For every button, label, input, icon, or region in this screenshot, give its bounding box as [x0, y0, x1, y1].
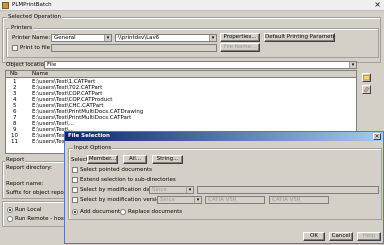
select-pointed-checkbox[interactable] [72, 167, 78, 173]
ok-button[interactable]: OK [303, 232, 325, 241]
report-name-label: Report name: [6, 181, 44, 187]
folder-icon [363, 75, 370, 81]
printer-type-select[interactable]: General ▾ [51, 34, 112, 42]
version-value-field-2: CATIA V5R [269, 196, 329, 204]
select-by-date-label: Select by modification date [80, 187, 156, 193]
add-folder-button[interactable] [362, 73, 371, 82]
printer-type-value: General [54, 35, 76, 41]
object-location-label: Object location: [6, 62, 50, 68]
add-documents-radio[interactable] [72, 209, 78, 215]
row-nb: 11 [11, 139, 18, 145]
printer-path-value: \\printdsv\Lav6 [118, 35, 160, 41]
object-location-select[interactable]: File ▾ [44, 61, 357, 69]
select-by-version-checkbox[interactable] [72, 197, 78, 203]
run-remote-label: Run Remote - host n [15, 216, 72, 222]
close-icon[interactable]: × [374, 1, 381, 9]
file-name-button: File Name... [220, 43, 260, 52]
window-title: PLMPrintBatch [12, 2, 52, 8]
chevron-down-icon: ▾ [186, 187, 193, 193]
run-remote-radio[interactable] [7, 216, 13, 222]
report-suffix-label: Suffix for object report [6, 190, 69, 196]
file-selection-dialog: File Selection × Input Options Select Me… [64, 131, 384, 244]
file-selection-title: File Selection [68, 133, 110, 139]
cancel-button[interactable]: Cancel [329, 232, 353, 241]
column-name-header: Name [32, 71, 49, 77]
app-icon [2, 2, 9, 9]
chevron-down-icon: ▾ [209, 35, 216, 41]
select-by-version-label: Select by modification version [80, 197, 164, 203]
report-title: Report [5, 157, 26, 163]
run-local-radio[interactable] [7, 207, 13, 213]
column-nb-header: Nb [10, 71, 18, 77]
file-selection-title-bar: File Selection × [65, 132, 383, 141]
version-mode-value: Since [160, 197, 175, 203]
remove-file-button[interactable] [362, 85, 371, 94]
eraser-icon [363, 86, 370, 93]
printers-title: Printers [10, 25, 34, 31]
default-printing-parameters-button[interactable]: Default Printing Parameters [264, 33, 335, 42]
replace-documents-label: Replace documents [128, 209, 183, 215]
version-value-2: CATIA V5R [272, 197, 301, 203]
chevron-down-icon: ▾ [104, 35, 111, 41]
select-label: Select [71, 157, 88, 163]
properties-button[interactable]: Properties... [220, 33, 260, 42]
close-icon[interactable]: × [373, 133, 381, 140]
print-file-path-field [51, 44, 217, 52]
object-location-value: File [47, 62, 57, 68]
input-options-title: Input Options [73, 145, 113, 151]
add-documents-label: Add documents [80, 209, 124, 215]
file-list-header: Nb Name [6, 71, 356, 78]
date-mode-value: Since [152, 187, 167, 193]
select-pointed-label: Select pointed documents [80, 167, 152, 173]
window-title-bar: PLMPrintBatch × [0, 0, 384, 11]
print-to-file-label: Print to file [20, 45, 51, 51]
run-group [2, 201, 72, 227]
date-mode-select: Since ▾ [149, 186, 194, 194]
version-value-1: CATIA V5R [208, 197, 237, 203]
member-button[interactable]: Member... [87, 155, 118, 164]
replace-documents-radio[interactable] [120, 209, 126, 215]
run-local-label: Run Local [15, 207, 42, 213]
printer-name-label: Printer Name: [12, 35, 51, 41]
date-value-field [197, 186, 379, 194]
selected-operation-title: Selected Operation [7, 14, 62, 20]
help-button: Help [357, 232, 381, 241]
version-mode-select: Since ▾ [157, 196, 202, 204]
extend-subdirectories-label: Extend selection to sub-directories [80, 177, 176, 183]
printer-path-select[interactable]: \\printdsv\Lav6 ▾ [115, 34, 217, 42]
print-to-file-checkbox[interactable] [12, 45, 18, 51]
all-button[interactable]: All... [123, 155, 147, 164]
version-value-field-1: CATIA V5R [205, 196, 265, 204]
extend-subdirectories-checkbox[interactable] [72, 177, 78, 183]
select-by-date-checkbox[interactable] [72, 187, 78, 193]
report-directory-label: Report directory: [6, 165, 53, 171]
string-button[interactable]: String... [152, 155, 183, 164]
chevron-down-icon: ▾ [349, 62, 356, 68]
chevron-down-icon: ▾ [194, 197, 201, 203]
